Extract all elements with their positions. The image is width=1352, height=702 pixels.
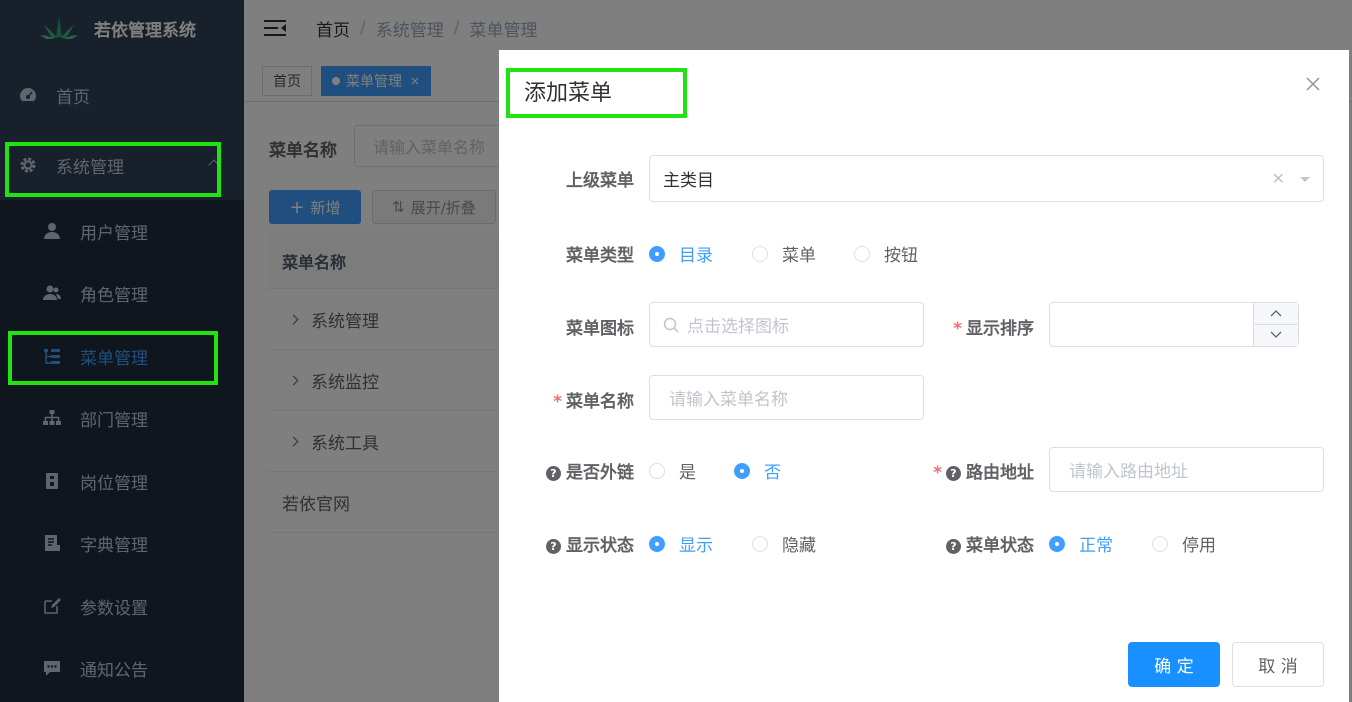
increase-button[interactable] [1254, 303, 1298, 325]
question-icon[interactable]: ? [946, 466, 961, 481]
question-icon[interactable]: ? [946, 539, 961, 554]
add-menu-dialog: 添加菜单 上级菜单 主类目 ✕ 菜单类型 目录 菜单 按钮 菜单图标 点击选择图… [499, 50, 1349, 702]
cancel-button[interactable]: 取 消 [1232, 642, 1324, 687]
menu-name-placeholder: 请输入菜单名称 [669, 390, 788, 410]
menu-name-input[interactable]: 请输入菜单名称 [649, 375, 924, 420]
radio-button[interactable]: 按钮 [854, 241, 918, 266]
highlight-box-dialog-title [506, 68, 687, 118]
menu-icon-label: 菜单图标 [566, 319, 634, 339]
radio-external-yes[interactable]: 是 [649, 458, 696, 483]
radio-directory[interactable]: 目录 [649, 241, 713, 266]
radio-label: 菜单 [782, 246, 816, 266]
external-link-label-text: 是否外链 [566, 463, 634, 483]
visible-label-text: 显示状态 [566, 536, 634, 556]
highlight-box-menu-management [8, 331, 218, 385]
radio-label: 是 [679, 463, 696, 483]
question-icon[interactable]: ? [546, 466, 561, 481]
route-path-input[interactable]: 请输入路由地址 [1049, 447, 1324, 492]
required-mark: * [953, 319, 962, 339]
radio-label: 目录 [679, 246, 713, 266]
radio-circle [752, 245, 768, 262]
radio-circle [649, 535, 665, 552]
chevron-down-icon [1270, 331, 1282, 339]
visible-label: ? 显示状态 [546, 531, 634, 556]
radio-label: 显示 [679, 536, 713, 556]
radio-label: 按钮 [884, 246, 918, 266]
radio-status-normal[interactable]: 正常 [1049, 531, 1113, 556]
radio-circle [649, 245, 665, 262]
radio-circle [649, 462, 665, 479]
external-link-label: ? 是否外链 [546, 458, 634, 483]
radio-status-disabled[interactable]: 停用 [1152, 531, 1216, 556]
confirm-button[interactable]: 确 定 [1128, 642, 1220, 687]
menu-icon-placeholder: 点击选择图标 [687, 317, 789, 337]
radio-visible-hide[interactable]: 隐藏 [752, 531, 816, 556]
status-label-text: 菜单状态 [966, 536, 1034, 556]
search-icon [663, 317, 679, 333]
radio-label: 否 [764, 463, 781, 483]
radio-circle [734, 462, 750, 479]
required-mark: * [553, 392, 562, 412]
stepper-buttons [1253, 303, 1298, 346]
status-label: ? 菜单状态 [946, 531, 1034, 556]
highlight-box-system-menu [5, 142, 221, 197]
menu-type-label: 菜单类型 [566, 246, 634, 266]
parent-menu-value: 主类目 [663, 171, 714, 191]
decrease-button[interactable] [1254, 325, 1298, 347]
parent-menu-select[interactable]: 主类目 ✕ [649, 155, 1324, 202]
menu-icon-input[interactable]: 点击选择图标 [649, 302, 924, 347]
radio-label: 隐藏 [782, 536, 816, 556]
radio-label: 停用 [1182, 536, 1216, 556]
radio-menu[interactable]: 菜单 [752, 241, 816, 266]
menu-name-label-text: 菜单名称 [566, 392, 634, 412]
close-icon[interactable] [1305, 76, 1321, 92]
radio-external-no[interactable]: 否 [734, 458, 781, 483]
radio-label: 正常 [1079, 536, 1113, 556]
menu-name-label: * 菜单名称 [553, 387, 634, 412]
sort-label: * 显示排序 [953, 314, 1034, 339]
radio-circle [1152, 535, 1168, 552]
radio-circle [1049, 535, 1065, 552]
radio-circle [854, 245, 870, 262]
route-path-label: *? 路由地址 [933, 458, 1034, 483]
chevron-up-icon [1270, 310, 1282, 317]
caret-down-icon [1300, 177, 1310, 182]
sort-label-text: 显示排序 [966, 319, 1034, 339]
radio-circle [752, 535, 768, 552]
radio-visible-show[interactable]: 显示 [649, 531, 713, 556]
question-icon[interactable]: ? [546, 539, 561, 554]
sort-stepper[interactable] [1049, 302, 1299, 347]
clear-icon[interactable]: ✕ [1272, 169, 1285, 188]
parent-menu-label: 上级菜单 [566, 171, 634, 191]
route-path-placeholder: 请输入路由地址 [1069, 462, 1188, 482]
route-path-label-text: 路由地址 [966, 463, 1034, 483]
required-mark: * [933, 463, 942, 483]
